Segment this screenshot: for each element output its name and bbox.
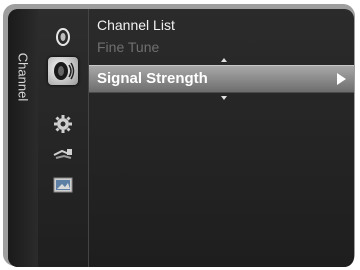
menu-item-channel-list[interactable]: Channel List	[97, 15, 348, 35]
tv-osd-menu: Channel Channel List Fine Tune Signal St…	[8, 9, 354, 267]
menu-content: Channel List Fine Tune Signal Strength	[89, 9, 354, 267]
scroll-down-indicator	[221, 96, 227, 100]
menu-item-label: Signal Strength	[97, 70, 208, 87]
category-side-tab: Channel	[8, 9, 38, 267]
input-icon[interactable]	[49, 143, 77, 165]
menu-frame: Channel Channel List Fine Tune Signal St…	[3, 4, 355, 267]
category-icon-column	[38, 9, 89, 267]
arrow-right-icon	[337, 73, 346, 85]
menu-item-fine-tune: Fine Tune	[97, 39, 160, 55]
category-title: Channel	[15, 52, 31, 102]
channel-icon[interactable]	[48, 57, 78, 85]
setup-icon[interactable]	[49, 113, 77, 135]
scroll-up-indicator	[221, 58, 227, 62]
application-icon[interactable]	[49, 174, 77, 196]
picture-icon[interactable]	[49, 26, 77, 48]
menu-item-signal-strength[interactable]: Signal Strength	[89, 65, 354, 93]
